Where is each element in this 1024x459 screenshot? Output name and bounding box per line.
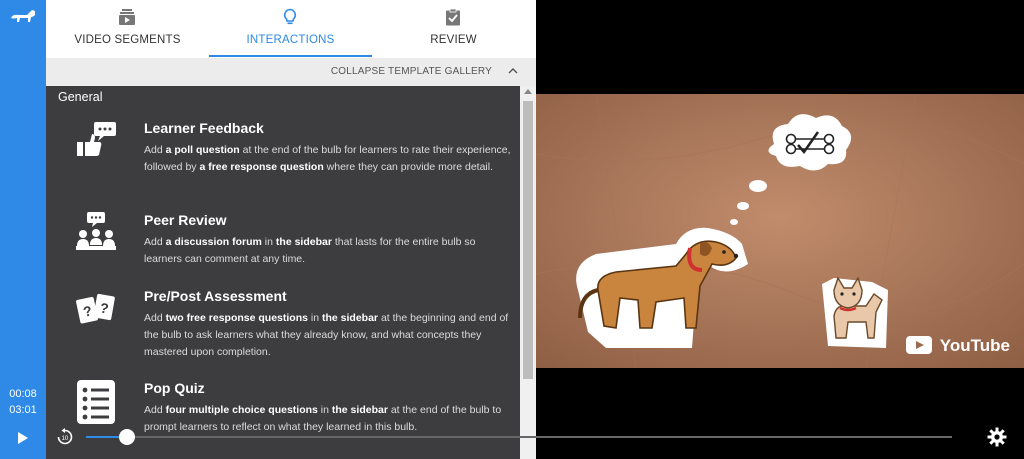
template-description: Add a poll question at the end of the bu… <box>144 144 511 173</box>
youtube-watermark[interactable]: YouTube <box>940 336 1010 356</box>
template-title: Peer Review <box>144 212 227 228</box>
template-card-learner-feedback[interactable]: Learner Feedback Add a poll question at … <box>46 120 520 188</box>
template-description: Add a discussion forum in the sidebar th… <box>144 236 476 265</box>
template-card-pre-post-assessment[interactable]: ? ? Pre/Post Assessment Add two free res… <box>46 288 520 360</box>
template-card-pop-quiz[interactable]: Pop Quiz Add four multiple choice questi… <box>46 380 520 440</box>
tab-label: INTERACTIONS <box>246 34 335 46</box>
gear-icon[interactable] <box>987 427 1007 447</box>
question-cards-icon: ? ? <box>76 293 115 324</box>
template-title: Pre/Post Assessment <box>144 288 287 304</box>
lightbulb-icon <box>284 8 296 25</box>
video-segments-icon <box>119 9 135 25</box>
thumbs-up-speech-icon <box>77 122 116 156</box>
group-discussion-icon <box>76 212 116 250</box>
template-panel: VIDEO SEGMENTS INTERACTIONS REVIEW COLLA… <box>46 0 536 459</box>
template-description: Add two free response questions in the s… <box>144 312 509 358</box>
tab-bar: VIDEO SEGMENTS INTERACTIONS REVIEW <box>46 0 536 58</box>
tab-video-segments[interactable]: VIDEO SEGMENTS <box>46 0 209 58</box>
template-description: Add four multiple choice questions in th… <box>144 404 502 433</box>
checklist-icon <box>77 380 115 424</box>
template-title: Learner Feedback <box>144 120 264 136</box>
youtube-play-icon <box>906 336 932 354</box>
left-rail: 00:08 03:01 <box>0 0 46 459</box>
play-icon[interactable] <box>12 428 32 448</box>
seek-handle[interactable] <box>119 429 135 445</box>
video-illustration <box>536 94 1024 368</box>
seek-bar[interactable] <box>86 436 952 438</box>
replay-10-icon[interactable]: 10 <box>56 428 74 446</box>
tab-review[interactable]: REVIEW <box>372 0 535 58</box>
svg-text:10: 10 <box>62 436 69 442</box>
chevron-up-icon[interactable] <box>508 67 518 75</box>
elapsed-time: 00:08 <box>9 388 37 400</box>
section-title: General <box>58 90 103 104</box>
template-title: Pop Quiz <box>144 380 205 396</box>
total-duration: 03:01 <box>9 404 37 416</box>
dog-logo-icon[interactable] <box>9 6 37 28</box>
clipboard-check-icon <box>446 8 460 26</box>
tab-interactions[interactable]: INTERACTIONS <box>209 0 372 58</box>
gallery-scrollbar[interactable] <box>520 86 536 459</box>
tab-label: VIDEO SEGMENTS <box>74 34 181 46</box>
collapse-gallery-label[interactable]: COLLAPSE TEMPLATE GALLERY <box>331 66 492 77</box>
collapse-gallery-bar[interactable]: COLLAPSE TEMPLATE GALLERY <box>46 58 536 86</box>
scrollbar-thumb[interactable] <box>523 101 533 379</box>
tab-label: REVIEW <box>430 34 477 46</box>
template-card-peer-review[interactable]: Peer Review Add a discussion forum in th… <box>46 212 520 265</box>
template-gallery: General Learner Feedback Add a poll ques… <box>46 86 520 459</box>
scroll-up-arrow-icon[interactable] <box>524 89 532 94</box>
video-frame[interactable]: YouTube <box>536 94 1024 368</box>
